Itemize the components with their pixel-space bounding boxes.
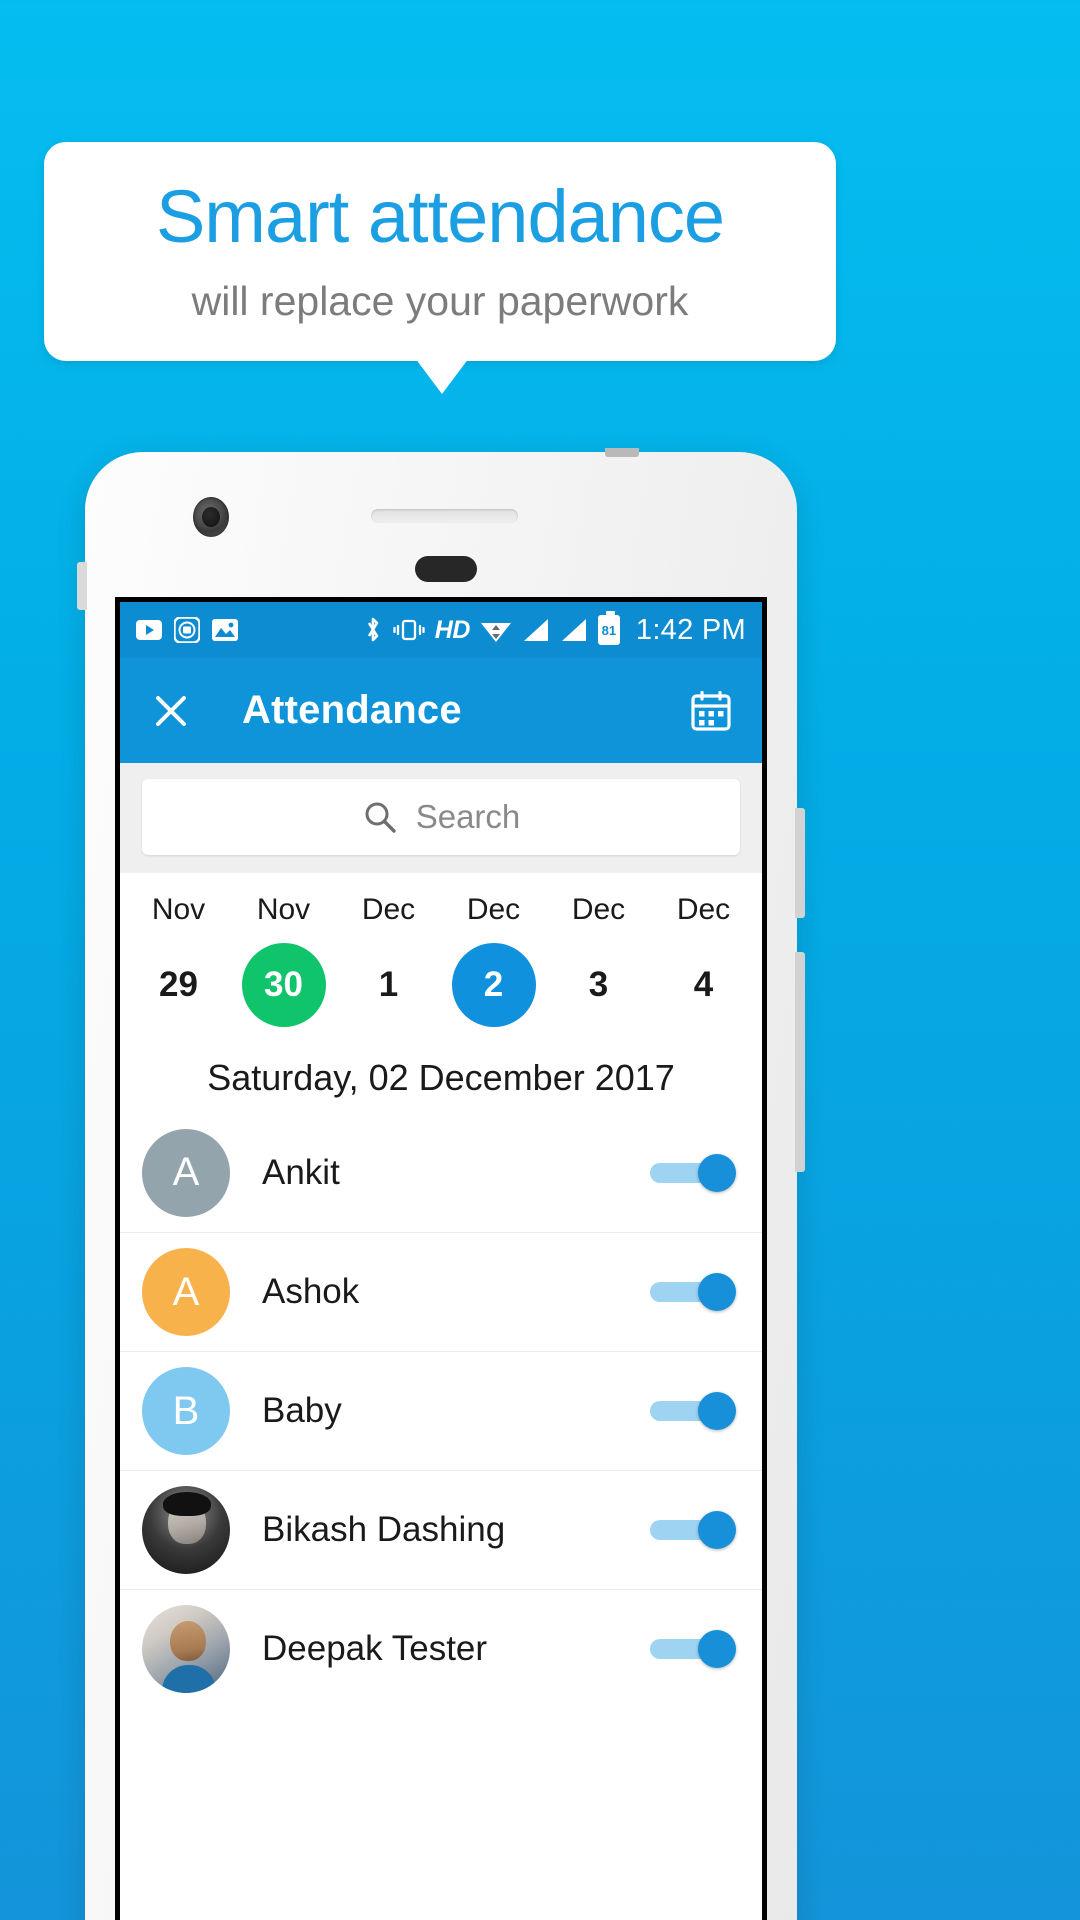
promo-card-tail	[415, 358, 469, 394]
gallery-icon	[212, 619, 238, 641]
date-cell[interactable]: Nov 30	[231, 893, 336, 1027]
earpiece-speaker	[371, 509, 518, 523]
date-month-label: Nov	[151, 893, 206, 926]
search-placeholder-text: Search	[415, 798, 521, 835]
avatar: A	[142, 1248, 230, 1336]
toggle-knob	[698, 1153, 736, 1192]
date-strip: Nov 29 Nov 30 Dec 1 Dec 2 Dec 3 Dec 4	[120, 873, 762, 1035]
date-cell[interactable]: Nov 29	[126, 893, 231, 1027]
signal-icon-2	[560, 617, 588, 643]
date-month-label: Dec	[571, 893, 626, 926]
avatar-initial: B	[172, 1388, 200, 1433]
attendance-toggle[interactable]	[650, 1392, 736, 1430]
hd-icon: HD	[434, 615, 471, 644]
avatar-photo	[142, 1605, 230, 1693]
date-cell[interactable]: Dec 2	[441, 893, 546, 1027]
date-cell[interactable]: Dec 1	[336, 893, 441, 1027]
promo-subtitle: will replace your paperwork	[191, 277, 689, 324]
status-bar-notifications	[136, 617, 238, 643]
date-day-number: 4	[693, 965, 714, 1004]
date-month-label: Dec	[466, 893, 521, 926]
phone-power-button	[795, 952, 805, 1172]
list-item[interactable]: Bikash Dashing	[120, 1470, 762, 1589]
home-button[interactable]	[415, 556, 477, 582]
attendance-list: A Ankit A Ashok B Baby Bikash Dashing De…	[120, 1113, 762, 1708]
date-month-label: Dec	[361, 893, 416, 926]
search-input[interactable]: Search	[142, 779, 740, 855]
attendance-toggle[interactable]	[650, 1153, 736, 1192]
youtube-icon	[136, 620, 162, 640]
date-day-number: 1	[378, 965, 399, 1004]
avatar-initial: A	[172, 1269, 200, 1314]
avatar: B	[142, 1367, 230, 1455]
wifi-icon	[480, 617, 512, 643]
bluetooth-icon	[363, 615, 383, 645]
list-item[interactable]: A Ankit	[120, 1113, 762, 1232]
selected-date-label: Saturday, 02 December 2017	[120, 1035, 762, 1113]
phone-side-button-left	[77, 562, 87, 610]
date-cell[interactable]: Dec 3	[546, 893, 651, 1027]
status-bar: HD 81 1:42 PM	[120, 602, 762, 658]
front-camera-lens	[202, 507, 220, 527]
attendance-toggle[interactable]	[650, 1511, 736, 1549]
mi-camera-icon	[174, 617, 200, 643]
avatar: A	[142, 1128, 230, 1217]
attendance-toggle[interactable]	[650, 1630, 736, 1668]
list-item[interactable]: B Baby	[120, 1351, 762, 1470]
vibrate-icon	[393, 617, 425, 643]
phone-volume-button	[795, 808, 805, 918]
phone-screen-bezel: HD 81 1:42 PM Attendance Search Nov 29 N…	[115, 597, 767, 1920]
front-camera-icon	[193, 497, 229, 537]
avatar-photo	[142, 1486, 230, 1574]
date-day-number-today: 30	[241, 943, 326, 1027]
date-month-label: Nov	[256, 893, 311, 926]
person-name: Baby	[262, 1391, 342, 1430]
date-day-number: 29	[159, 965, 198, 1004]
signal-icon-1	[522, 617, 550, 643]
promo-title: Smart attendance	[155, 175, 725, 259]
phone-antenna-strip	[605, 448, 639, 457]
person-name: Bikash Dashing	[262, 1510, 506, 1549]
status-bar-clock: 1:42 PM	[635, 613, 746, 646]
list-item[interactable]: Deepak Tester	[120, 1589, 762, 1708]
date-day-number: 3	[588, 965, 609, 1004]
status-bar-system-icons: HD 81 1:42 PM	[363, 611, 746, 647]
avatar-initial: A	[172, 1150, 200, 1194]
battery-icon: 81	[597, 611, 620, 645]
app-bar: Attendance	[120, 658, 762, 763]
toggle-knob	[698, 1273, 736, 1311]
list-item[interactable]: A Ashok	[120, 1232, 762, 1351]
person-name: Ankit	[262, 1152, 340, 1192]
phone-screen: HD 81 1:42 PM Attendance Search Nov 29 N…	[120, 602, 762, 1920]
search-icon	[362, 799, 398, 835]
person-name: Ashok	[262, 1272, 360, 1311]
page-title: Attendance	[242, 688, 462, 732]
phone-mockup: HD 81 1:42 PM Attendance Search Nov 29 N…	[77, 448, 805, 1920]
promo-card: Smart attendance will replace your paper…	[44, 142, 836, 361]
attendance-toggle[interactable]	[650, 1273, 736, 1311]
search-container: Search	[120, 763, 762, 873]
close-icon[interactable]	[148, 688, 194, 734]
toggle-knob	[698, 1392, 736, 1430]
date-day-number-selected: 2	[451, 943, 536, 1027]
calendar-icon[interactable]	[688, 688, 734, 734]
date-cell[interactable]: Dec 4	[651, 893, 756, 1027]
toggle-knob	[698, 1630, 736, 1668]
date-month-label: Dec	[676, 893, 731, 926]
toggle-knob	[698, 1511, 736, 1549]
person-name: Deepak Tester	[262, 1629, 488, 1668]
